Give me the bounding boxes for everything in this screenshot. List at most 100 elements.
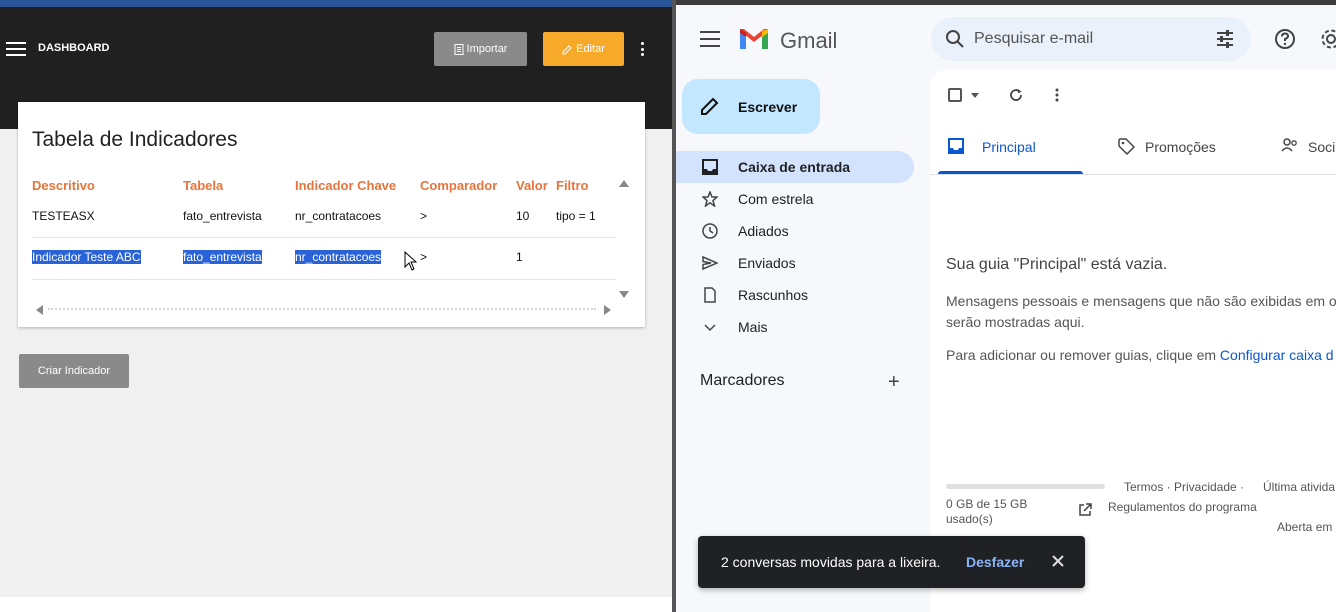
row-divider: [32, 237, 616, 238]
nav-item-inbox[interactable]: Caixa de entrada: [676, 151, 914, 183]
people-icon: [1281, 138, 1297, 152]
nav-item-starred[interactable]: Com estrela: [676, 183, 914, 215]
nav-item-drafts[interactable]: Rascunhos: [676, 279, 914, 311]
empty-state-description: Mensagens pessoais e mensagens que não s…: [946, 291, 1336, 333]
scroll-left-icon[interactable]: [36, 305, 43, 315]
nav-label: Adiados: [738, 223, 789, 239]
horizontal-scrollbar[interactable]: [30, 303, 614, 315]
dashboard-window: DASHBOARD Importar Editar Tabela de Indi…: [0, 0, 672, 612]
select-all-checkbox[interactable]: [948, 88, 962, 102]
edit-button[interactable]: Editar: [543, 32, 624, 66]
gmail-logo-icon[interactable]: [738, 27, 770, 51]
add-label-icon[interactable]: +: [888, 371, 900, 394]
edit-label: Editar: [576, 43, 605, 55]
cell-valor: 1: [516, 250, 523, 264]
page-footer-strip: [0, 597, 672, 612]
gmail-window: Gmail Pesquisar e-mail Escrever Caixa de…: [676, 0, 1336, 612]
snackbar-message: 2 conversas movidas para a lixeira.: [721, 554, 941, 570]
import-label: Importar: [466, 43, 508, 55]
cell-descritivo: TESTEASX: [32, 209, 95, 223]
help-icon[interactable]: [1274, 28, 1296, 50]
clock-icon: [702, 223, 718, 239]
tab-social[interactable]: Soci: [1271, 128, 1336, 174]
row-divider: [32, 279, 616, 280]
select-menu-icon[interactable]: [971, 93, 979, 98]
scroll-up-icon[interactable]: [619, 180, 629, 187]
tab-promocoes[interactable]: Promoções: [1108, 128, 1258, 174]
mouse-cursor-icon: [404, 251, 418, 271]
refresh-icon[interactable]: [1008, 87, 1024, 103]
star-icon: [702, 191, 718, 207]
cell-indicador-chave: nr_contratacoes: [295, 250, 382, 264]
cell-comparador: >: [420, 250, 428, 264]
undo-button[interactable]: Desfazer: [966, 554, 1024, 570]
nav-label: Enviados: [738, 255, 796, 271]
nav-item-snoozed[interactable]: Adiados: [676, 215, 914, 247]
window-top-bar: [0, 0, 672, 7]
cell-descritivo: Indicador Teste ABC: [32, 250, 141, 264]
open-elsewhere-text: Aberta em: [1277, 520, 1333, 534]
tab-label: Promoções: [1145, 139, 1216, 155]
close-icon[interactable]: [1051, 554, 1065, 568]
search-icon[interactable]: [945, 29, 965, 49]
storage-usage-bar: [946, 484, 1105, 489]
col-header-indicador-chave[interactable]: Indicador Chave: [295, 178, 396, 193]
configure-inbox-link[interactable]: Configurar caixa d: [1220, 347, 1334, 363]
inbox-icon: [702, 159, 718, 175]
empty-state-title: Sua guia "Principal" está vazia.: [946, 256, 1168, 273]
nav-label: Com estrela: [738, 191, 814, 207]
tabs-divider: [930, 174, 1336, 175]
snackbar-notification: 2 conversas movidas para a lixeira. Desf…: [698, 536, 1085, 588]
send-icon: [702, 255, 718, 271]
nav-label: Caixa de entrada: [738, 159, 851, 175]
open-external-icon[interactable]: [1078, 503, 1092, 517]
col-header-valor[interactable]: Valor: [516, 178, 548, 193]
program-policies-link[interactable]: Regulamentos do programa: [1108, 500, 1257, 514]
tab-label: Soci: [1308, 139, 1336, 155]
indicators-card: Tabela de Indicadores Descritivo Tabela …: [18, 102, 645, 327]
terms-privacy-links[interactable]: Termos · Privacidade ·: [1124, 480, 1244, 494]
tag-icon: [1118, 138, 1135, 155]
compose-label: Escrever: [738, 99, 798, 115]
col-header-tabela[interactable]: Tabela: [183, 178, 223, 193]
last-activity-text: Última ativida: [1263, 480, 1336, 494]
inbox-icon: [948, 138, 964, 154]
col-header-filtro[interactable]: Filtro: [556, 178, 589, 193]
settings-gear-icon[interactable]: [1320, 27, 1336, 51]
create-indicator-button[interactable]: Criar Indicador: [19, 354, 129, 388]
configure-tabs-text: Para adicionar ou remover guias, clique …: [946, 347, 1334, 363]
cell-tabela: fato_entrevista: [183, 250, 262, 264]
cell-valor: 10: [516, 209, 530, 223]
tab-principal[interactable]: Principal: [938, 128, 1083, 174]
scroll-right-icon[interactable]: [604, 305, 611, 315]
main-menu-icon[interactable]: [700, 31, 720, 47]
col-header-descritivo[interactable]: Descritivo: [32, 178, 95, 193]
configure-tabs-prefix: Para adicionar ou remover guias, clique …: [946, 347, 1220, 363]
more-vert-icon[interactable]: [639, 42, 645, 56]
search-options-icon[interactable]: [1215, 29, 1235, 49]
search-input[interactable]: Pesquisar e-mail: [974, 30, 1093, 48]
more-vert-icon[interactable]: [1055, 88, 1059, 102]
search-bar[interactable]: Pesquisar e-mail: [931, 17, 1251, 61]
tab-label: Principal: [982, 139, 1036, 155]
compose-button[interactable]: Escrever: [682, 79, 820, 134]
window-top-bar: [676, 0, 1336, 5]
storage-usage-text: 0 GB de 15 GB usado(s): [946, 497, 1028, 526]
empty-desc-line-1: Mensagens pessoais e mensagens que não s…: [946, 293, 1336, 309]
nav-label: Rascunhos: [738, 287, 809, 303]
hamburger-menu-icon[interactable]: [6, 42, 26, 57]
empty-desc-line-2: serão mostradas aqui.: [946, 314, 1085, 330]
col-header-comparador[interactable]: Comparador: [420, 178, 497, 193]
scroll-down-icon[interactable]: [619, 291, 629, 298]
labels-heading: Marcadores: [700, 372, 785, 389]
message-list-pane: Principal Promoções Soci Sua guia "Princ…: [930, 70, 1336, 612]
card-title: Tabela de Indicadores: [32, 128, 238, 151]
draft-icon: [704, 287, 716, 303]
chevron-down-icon: [704, 324, 716, 332]
scroll-track[interactable]: [48, 308, 596, 310]
cell-indicador-chave: nr_contratacoes: [295, 209, 382, 223]
import-button[interactable]: Importar: [434, 32, 527, 66]
nav-item-more[interactable]: Mais: [676, 311, 914, 343]
nav-item-sent[interactable]: Enviados: [676, 247, 914, 279]
nav-label: Mais: [738, 319, 768, 335]
